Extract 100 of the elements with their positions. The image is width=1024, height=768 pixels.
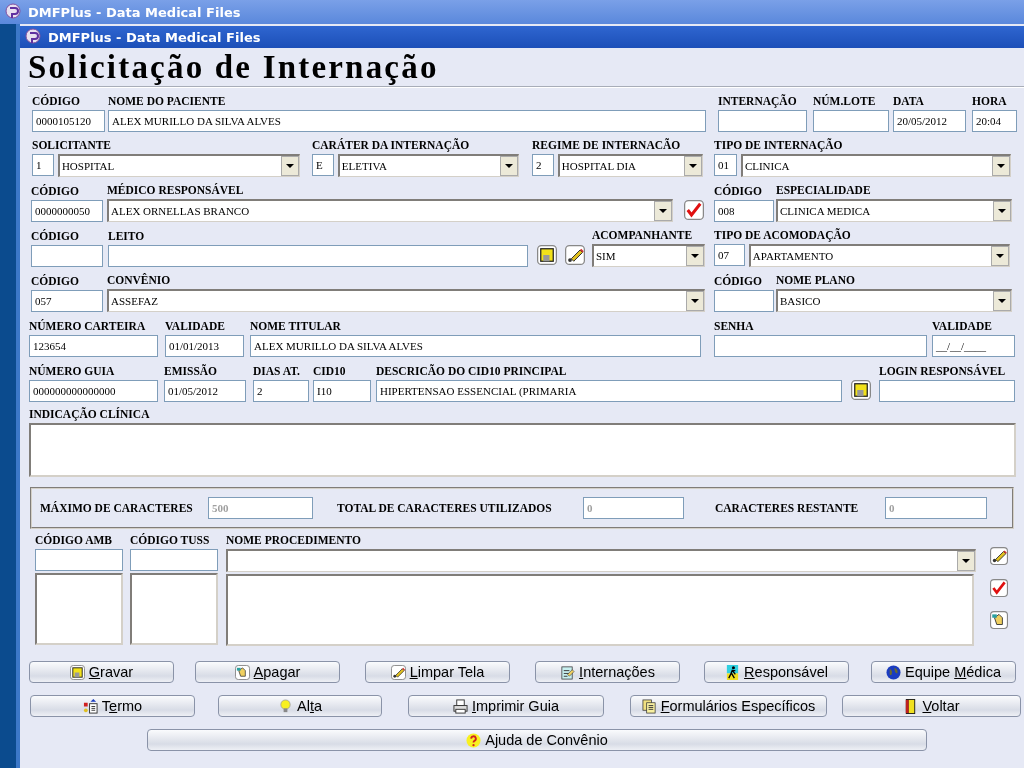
- text-field[interactable]: 20/05/2012: [893, 110, 966, 132]
- lightbulb-icon: [278, 698, 293, 714]
- field-label: INDICAÇÃO CLÍNICA: [29, 407, 151, 421]
- action-button[interactable]: Termo: [30, 695, 195, 717]
- code-field[interactable]: 2: [532, 154, 554, 176]
- counter-field: 0: [583, 497, 684, 519]
- text-field[interactable]: [31, 245, 103, 267]
- field-label: CARÁTER DA INTERNAÇÃO: [312, 138, 471, 152]
- walking-person-icon: [725, 664, 741, 680]
- field-label: NOME TITULAR: [250, 319, 342, 333]
- field-label: TIPO DE INTERNAÇÃO: [714, 138, 844, 152]
- dropdown-button[interactable]: [654, 201, 672, 221]
- field-label: DESCRICÃO DO CID10 PRINCIPAL: [376, 364, 568, 378]
- action-button[interactable]: Imprimir Guia: [408, 695, 604, 717]
- dropdown-button[interactable]: [686, 246, 704, 266]
- dropdown-field[interactable]: ASSEFAZ: [107, 289, 705, 312]
- list-box[interactable]: [35, 573, 123, 645]
- papers-icon: [641, 698, 657, 714]
- text-field[interactable]: 01/05/2012: [164, 380, 246, 402]
- text-field[interactable]: ALEX MURILLO DA SILVA ALVES: [108, 110, 706, 132]
- action-button[interactable]: Voltar: [842, 695, 1021, 717]
- code-field[interactable]: E: [312, 154, 334, 176]
- icon-button[interactable]: [990, 611, 1008, 629]
- text-field[interactable]: 0000000050: [31, 200, 103, 222]
- field-label: VALIDADE: [165, 319, 226, 333]
- text-field[interactable]: 008: [714, 200, 774, 222]
- text-field[interactable]: 01/01/2013: [165, 335, 244, 357]
- text-field[interactable]: 000000000000000: [29, 380, 158, 402]
- dropdown-field[interactable]: BASICO: [776, 289, 1012, 312]
- field-label: DATA: [893, 94, 925, 108]
- field-label: REGIME DE INTERNACÃO: [532, 138, 682, 152]
- dropdown-button[interactable]: [500, 156, 518, 176]
- action-button[interactable]: Formulários Específicos: [630, 695, 827, 717]
- dropdown-button[interactable]: [686, 291, 704, 311]
- text-field[interactable]: 123654: [29, 335, 158, 357]
- text-field[interactable]: [108, 245, 528, 267]
- action-button[interactable]: Limpar Tela: [365, 661, 510, 683]
- dropdown-field[interactable]: HOSPITAL DIA: [557, 154, 703, 177]
- text-field[interactable]: [130, 549, 218, 571]
- text-field[interactable]: 2: [253, 380, 309, 402]
- text-field[interactable]: [718, 110, 807, 132]
- action-button[interactable]: Internações: [535, 661, 680, 683]
- form-title: Solicitação de Internação: [28, 48, 439, 86]
- text-area[interactable]: [29, 423, 1016, 477]
- field-label: TOTAL DE CARACTERES UTILIZADOS: [337, 502, 552, 514]
- code-field[interactable]: 01: [714, 154, 737, 176]
- counter-field: 0: [885, 497, 987, 519]
- text-field[interactable]: 057: [31, 290, 103, 312]
- check-icon: [990, 579, 1008, 597]
- text-field[interactable]: __/__/____: [932, 335, 1015, 357]
- action-button[interactable]: Gravar: [29, 661, 174, 683]
- dropdown-field[interactable]: [226, 549, 976, 572]
- dropdown-button[interactable]: [991, 246, 1009, 266]
- dropdown-button[interactable]: [281, 156, 299, 176]
- field-label: NÚM.LOTE: [813, 94, 877, 108]
- action-button[interactable]: Alta: [218, 695, 382, 717]
- help-icon: [466, 732, 482, 748]
- field-label: CONVÊNIO: [107, 273, 172, 287]
- dropdown-button[interactable]: [957, 551, 975, 571]
- code-field[interactable]: 1: [32, 154, 54, 176]
- document-stack-icon: [82, 698, 98, 714]
- text-field[interactable]: I10: [313, 380, 371, 402]
- field-label: LEITO: [108, 229, 146, 243]
- list-box[interactable]: [226, 574, 974, 646]
- field-label: ESPECIALIDADE: [776, 183, 872, 197]
- dropdown-field[interactable]: CLINICA: [740, 154, 1011, 177]
- dropdown-field[interactable]: CLINICA MEDICA: [776, 199, 1012, 222]
- text-field[interactable]: [35, 549, 123, 571]
- text-field[interactable]: HIPERTENSAO ESSENCIAL (PRIMARIA: [376, 380, 842, 402]
- action-button[interactable]: Ajuda de Convênio: [147, 729, 927, 751]
- column-label: CÓDIGO TUSS: [130, 533, 211, 547]
- app-logo-icon: [24, 28, 42, 46]
- text-field[interactable]: [813, 110, 889, 132]
- code-field[interactable]: 07: [714, 244, 745, 266]
- list-box[interactable]: [130, 573, 218, 645]
- dropdown-field[interactable]: SIM: [592, 244, 705, 267]
- text-field[interactable]: [714, 290, 774, 312]
- text-field[interactable]: [714, 335, 927, 357]
- dropdown-field[interactable]: ALEX ORNELLAS BRANCO: [107, 199, 673, 222]
- dropdown-field[interactable]: ELETIVA: [337, 154, 519, 177]
- text-field[interactable]: ALEX MURILLO DA SILVA ALVES: [250, 335, 701, 357]
- text-field[interactable]: [879, 380, 1015, 402]
- field-label: INTERNAÇÃO: [718, 94, 798, 108]
- text-field[interactable]: 0000105120: [32, 110, 105, 132]
- icon-button[interactable]: [850, 380, 871, 400]
- notepad-icon: [560, 664, 576, 680]
- icon-button[interactable]: [537, 245, 557, 265]
- action-button[interactable]: Apagar: [195, 661, 340, 683]
- dropdown-field[interactable]: APARTAMENTO: [748, 244, 1010, 267]
- dropdown-button[interactable]: [993, 201, 1011, 221]
- globe-icon: [886, 664, 901, 680]
- dropdown-button[interactable]: [992, 156, 1010, 176]
- action-button[interactable]: Equipe Médica: [871, 661, 1016, 683]
- dropdown-button[interactable]: [993, 291, 1011, 311]
- dropdown-button[interactable]: [684, 156, 702, 176]
- dropdown-field[interactable]: HOSPITAL: [57, 154, 300, 177]
- field-label: HORA: [972, 94, 1008, 108]
- field-label: CÓDIGO: [31, 229, 80, 243]
- text-field[interactable]: 20:04: [972, 110, 1017, 132]
- action-button[interactable]: Responsável: [704, 661, 849, 683]
